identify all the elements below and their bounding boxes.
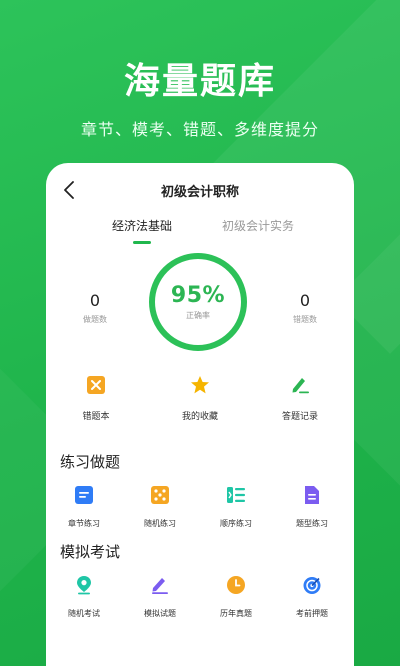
question-type-practice-label: 题型练习 — [296, 519, 328, 528]
past-exams-button[interactable]: 历年真题 — [206, 575, 266, 619]
wrong-book-label: 错题本 — [82, 412, 110, 422]
chapter-icon — [75, 486, 93, 504]
random-exam-label: 随机考试 — [68, 609, 100, 618]
stats-panel: 0 做题数 95% 正确率 0 错题数 — [46, 253, 354, 375]
random-practice-label: 随机练习 — [144, 519, 176, 528]
accuracy-label: 正确率 — [186, 311, 210, 320]
target-icon — [303, 577, 321, 594]
past-exams-label: 历年真题 — [220, 609, 252, 618]
promo-headline: 海量题库 — [123, 61, 276, 102]
quick-actions: 错题本 我的收藏 答题记录 — [46, 375, 354, 443]
exam-section-title: 模拟考试 — [60, 543, 121, 561]
predicted-questions-button[interactable]: 考前押题 — [282, 575, 342, 619]
tab-accounting-practice[interactable]: 初级会计实务 — [222, 217, 294, 234]
done-count-label: 做题数 — [83, 315, 107, 324]
pencil-icon — [152, 578, 168, 594]
mock-exam-button[interactable]: 模拟试题 — [130, 575, 190, 619]
wrong-count-stat: 0 错题数 — [270, 291, 340, 325]
page-title: 初级会计职称 — [160, 185, 239, 200]
location-pin-icon — [77, 576, 91, 595]
practice-grid: 章节练习 随机练习 顺序练习 题型练习 — [46, 481, 354, 533]
wrong-book-button[interactable]: 错题本 — [56, 375, 136, 422]
favorites-label: 我的收藏 — [181, 412, 218, 422]
phone-screen: 初级会计职称 经济法基础 初级会计实务 0 做题数 95% 正确率 0 错题数 … — [46, 163, 354, 666]
tab-economic-law[interactable]: 经济法基础 — [112, 217, 172, 234]
sequence-practice-label: 顺序练习 — [220, 519, 252, 528]
favorites-button[interactable]: 我的收藏 — [160, 375, 240, 422]
question-type-practice-button[interactable]: 题型练习 — [282, 485, 342, 529]
top-bar: 初级会计职称 — [46, 163, 354, 217]
practice-section-title: 练习做题 — [60, 453, 121, 471]
exam-grid: 随机考试 模拟试题 历年真题 考前押题 — [46, 571, 354, 623]
answer-record-label: 答题记录 — [281, 412, 318, 422]
star-icon — [191, 376, 209, 394]
done-count-stat: 0 做题数 — [60, 291, 130, 325]
wrong-count-value: 0 — [299, 291, 311, 310]
promo-subline: 章节、模考、错题、多维度提分 — [80, 120, 319, 139]
wrong-book-icon — [87, 376, 105, 394]
tab-active-indicator — [133, 241, 151, 244]
document-icon — [305, 486, 319, 504]
sequence-icon — [227, 487, 245, 503]
predicted-questions-label: 考前押题 — [296, 609, 328, 618]
random-practice-button[interactable]: 随机练习 — [130, 485, 190, 529]
sequence-practice-button[interactable]: 顺序练习 — [206, 485, 266, 529]
pen-record-icon — [292, 378, 309, 394]
accuracy-ring: 95% 正确率 — [149, 253, 247, 351]
mock-exam-label: 模拟试题 — [144, 609, 176, 618]
answer-record-button[interactable]: 答题记录 — [260, 375, 340, 422]
wrong-count-label: 错题数 — [293, 315, 317, 324]
chapter-practice-button[interactable]: 章节练习 — [54, 485, 114, 529]
accuracy-value: 95% — [170, 283, 226, 308]
random-exam-button[interactable]: 随机考试 — [54, 575, 114, 619]
clock-icon — [227, 576, 245, 594]
dice-icon — [151, 486, 169, 504]
subject-tabs: 经济法基础 初级会计实务 — [46, 217, 354, 257]
chapter-practice-label: 章节练习 — [68, 519, 100, 528]
done-count-value: 0 — [89, 291, 101, 310]
